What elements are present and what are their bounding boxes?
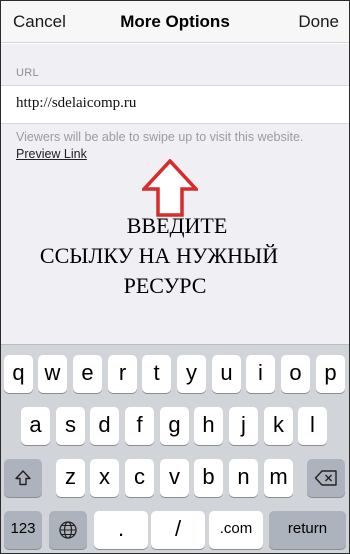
section-header [1, 44, 349, 86]
url-field[interactable]: http://sdelaicomp.ru [1, 86, 349, 124]
delete-key[interactable] [307, 459, 345, 497]
key-c[interactable]: c [125, 459, 154, 497]
key-t[interactable]: t [142, 355, 171, 393]
dot-key[interactable]: . [94, 511, 148, 549]
nav-bar: Cancel More Options Done [1, 1, 349, 43]
key-n[interactable]: n [229, 459, 258, 497]
key-z[interactable]: z [56, 459, 85, 497]
page-title: More Options [120, 12, 230, 31]
key-w[interactable]: w [38, 355, 67, 393]
shift-icon [15, 470, 31, 486]
done-button[interactable]: Done [298, 12, 339, 32]
return-key[interactable]: return [269, 511, 346, 549]
section-label-url: URL [16, 67, 39, 79]
key-r[interactable]: r [108, 355, 137, 393]
dotcom-key[interactable]: .com [209, 511, 263, 549]
key-h[interactable]: h [194, 407, 223, 445]
key-v[interactable]: v [160, 459, 189, 497]
key-i[interactable]: i [246, 355, 275, 393]
key-q[interactable]: q [4, 355, 33, 393]
key-l[interactable]: l [298, 407, 327, 445]
annotation-line-3: РЕСУРС [123, 273, 207, 298]
swipe-up-hint: Viewers will be able to swipe up to visi… [16, 130, 304, 144]
key-j[interactable]: j [229, 407, 258, 445]
key-g[interactable]: g [160, 407, 189, 445]
options-footer: Viewers will be able to swipe up to visi… [1, 124, 349, 344]
key-m[interactable]: m [264, 459, 293, 497]
numbers-key[interactable]: 123 [4, 511, 42, 549]
key-x[interactable]: x [90, 459, 119, 497]
key-y[interactable]: y [177, 355, 206, 393]
url-input-value[interactable]: http://sdelaicomp.ru [16, 95, 136, 112]
globe-key[interactable] [49, 511, 87, 549]
key-p[interactable]: p [316, 355, 345, 393]
key-e[interactable]: e [73, 355, 102, 393]
annotation-line-2: ССЫЛКУ НА НУЖНЫЙ [39, 243, 279, 268]
key-s[interactable]: s [56, 407, 85, 445]
key-d[interactable]: d [90, 407, 119, 445]
preview-link[interactable]: Preview Link [16, 147, 87, 161]
slash-key[interactable]: / [151, 511, 205, 549]
key-f[interactable]: f [125, 407, 154, 445]
up-arrow-icon [142, 159, 198, 217]
key-o[interactable]: o [281, 355, 310, 393]
keyboard: q w e r t y u i o p a s d f g h j k l z … [1, 344, 349, 553]
globe-icon [59, 521, 77, 539]
key-a[interactable]: a [21, 407, 50, 445]
shift-key[interactable] [4, 459, 42, 497]
key-b[interactable]: b [194, 459, 223, 497]
annotation-line-1: ВВЕДИТЕ [126, 213, 228, 238]
key-u[interactable]: u [212, 355, 241, 393]
key-k[interactable]: k [264, 407, 293, 445]
backspace-icon [314, 470, 337, 486]
